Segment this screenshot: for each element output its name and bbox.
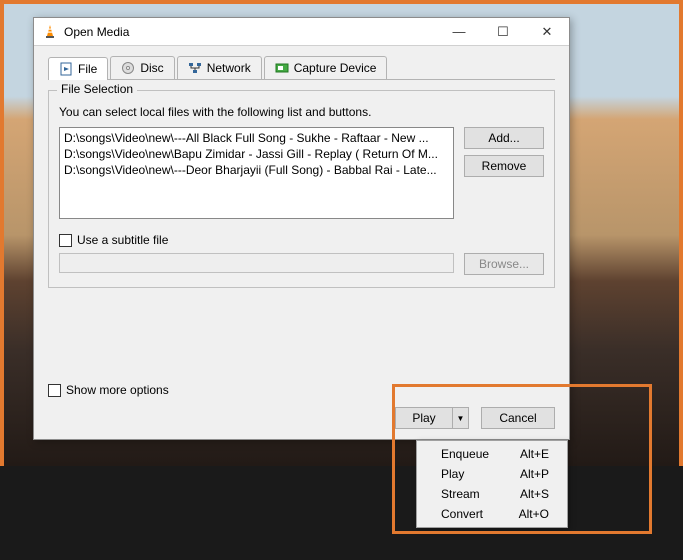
menu-item-convert[interactable]: Convert Alt+O — [417, 504, 567, 524]
vlc-cone-icon — [42, 24, 58, 40]
subtitle-checkbox[interactable] — [59, 234, 72, 247]
open-media-dialog: Open Media — ☐ ✕ File Disc Network Captu… — [33, 17, 570, 440]
tab-network[interactable]: Network — [177, 56, 262, 79]
list-item[interactable]: D:\songs\Video\new\---All Black Full Son… — [64, 130, 449, 146]
show-more-checkbox[interactable] — [48, 384, 61, 397]
list-item[interactable]: D:\songs\Video\new\Bapu Zimidar - Jassi … — [64, 146, 449, 162]
menu-item-play[interactable]: Play Alt+P — [417, 464, 567, 484]
network-icon — [188, 61, 202, 75]
play-dropdown-button[interactable]: ▼ — [452, 408, 468, 428]
tab-disc[interactable]: Disc — [110, 56, 174, 79]
tab-capture[interactable]: Capture Device — [264, 56, 388, 79]
file-icon — [59, 62, 73, 76]
cancel-button[interactable]: Cancel — [481, 407, 555, 429]
show-more-label: Show more options — [66, 383, 169, 397]
browse-button: Browse... — [464, 253, 544, 275]
list-item[interactable]: D:\songs\Video\new\---Deor Bharjayii (Fu… — [64, 162, 449, 178]
file-selection-help: You can select local files with the foll… — [59, 105, 544, 119]
subtitle-checkbox-label: Use a subtitle file — [77, 233, 168, 247]
play-button[interactable]: Play — [396, 408, 452, 428]
file-selection-group: File Selection You can select local file… — [48, 90, 555, 288]
menu-item-stream[interactable]: Stream Alt+S — [417, 484, 567, 504]
subtitle-file-input — [59, 253, 454, 273]
disc-icon — [121, 61, 135, 75]
tab-bar: File Disc Network Capture Device — [48, 56, 555, 80]
close-button[interactable]: ✕ — [525, 18, 569, 45]
background-bar — [0, 466, 683, 560]
minimize-button[interactable]: — — [437, 18, 481, 45]
play-dropdown-menu: Enqueue Alt+E Play Alt+P Stream Alt+S Co… — [416, 440, 568, 528]
capture-icon — [275, 61, 289, 75]
remove-button[interactable]: Remove — [464, 155, 544, 177]
menu-item-enqueue[interactable]: Enqueue Alt+E — [417, 444, 567, 464]
file-list[interactable]: D:\songs\Video\new\---All Black Full Son… — [59, 127, 454, 219]
add-button[interactable]: Add... — [464, 127, 544, 149]
play-split-button[interactable]: Play ▼ — [395, 407, 469, 429]
window-title: Open Media — [64, 25, 437, 39]
tab-file[interactable]: File — [48, 57, 108, 80]
file-selection-legend: File Selection — [57, 82, 137, 96]
maximize-button[interactable]: ☐ — [481, 18, 525, 45]
titlebar: Open Media — ☐ ✕ — [34, 18, 569, 46]
